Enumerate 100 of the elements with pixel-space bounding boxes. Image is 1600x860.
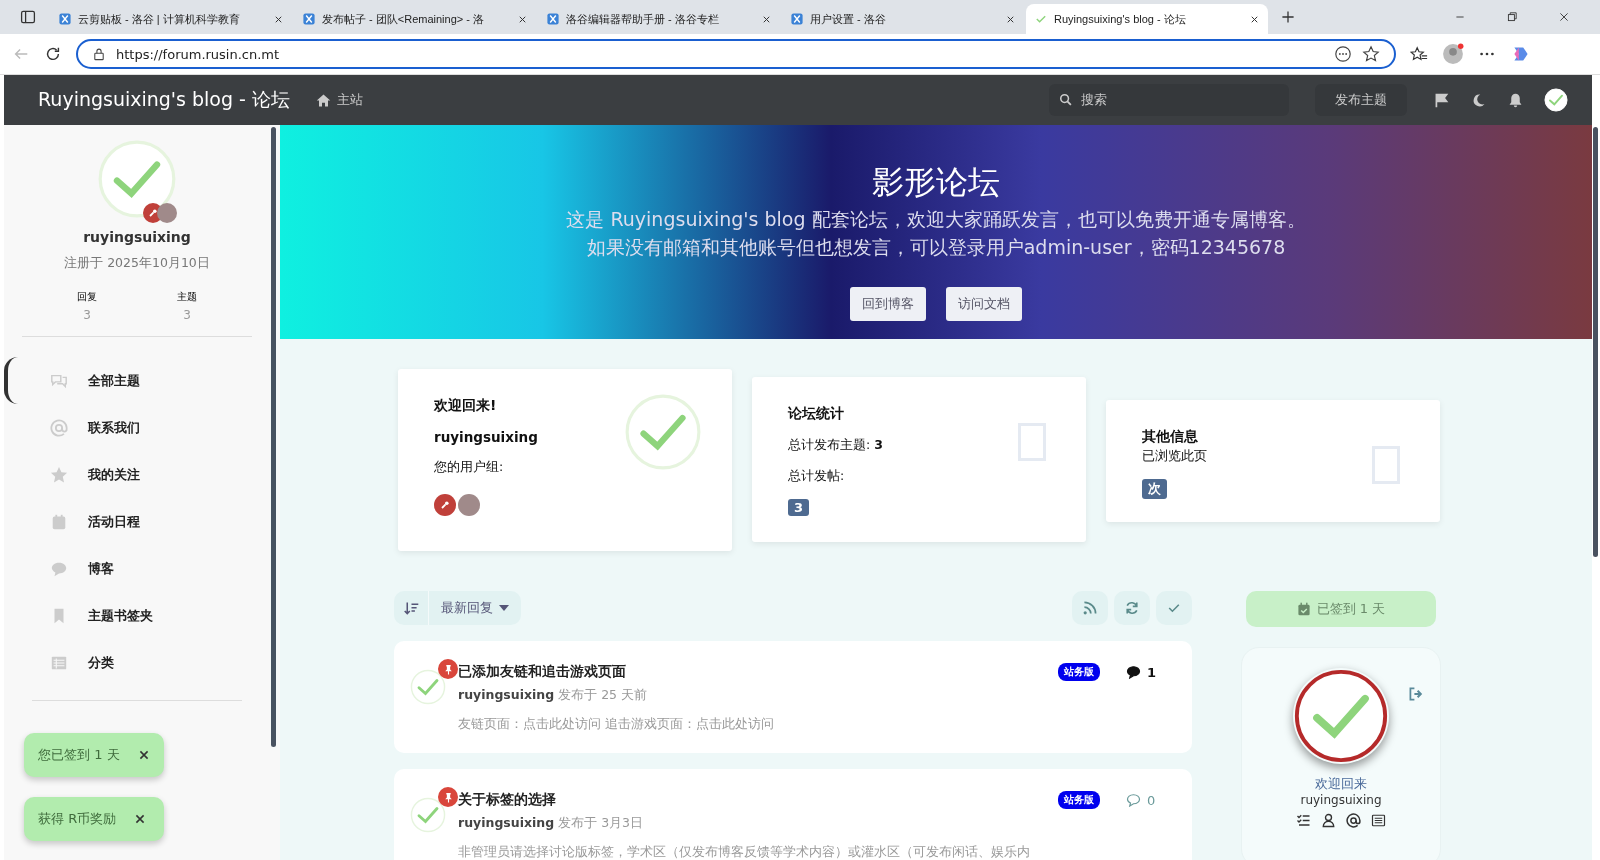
hero-button[interactable]: 访问文档 [946,287,1022,321]
toast-notification: 获得 R币奖励 [24,797,164,841]
site-icon[interactable] [302,12,316,26]
rss-icon [1082,600,1098,616]
close-icon[interactable] [134,813,147,825]
reply-count: 1 [1126,663,1176,681]
pin-icon [438,659,458,679]
profile-avatar-icon[interactable] [1442,43,1464,65]
posts-label: 总计发帖: [788,468,846,485]
calendar-icon [50,512,68,531]
forum-title[interactable]: Ruyingsuixing's blog - 论坛 [38,87,290,113]
tasks-icon[interactable] [1296,813,1311,828]
restore-icon[interactable] [1506,11,1518,23]
nav-item[interactable]: 活动日程 [4,498,270,545]
discussion-item[interactable]: 已添加友链和追击游戏页面 ruyingsuixing 发布于 25 天前 友链页面：点击此处访问 追击游戏页面：点击此处访问 站务版 1 [394,641,1192,753]
stat-value: 3 [183,308,191,322]
close-icon[interactable] [1558,11,1570,23]
username: ruyingsuixing [434,429,539,445]
refresh-button[interactable] [1114,591,1150,625]
discussion-title[interactable]: 已添加友链和追击游戏页面 [458,663,1046,681]
close-icon[interactable] [137,749,150,761]
browser-tab[interactable]: 洛谷编辑器帮助手册 - 洛谷专栏 [538,4,780,34]
welcome-text: 欢迎回来 [1315,776,1367,793]
refresh-icon [1124,600,1140,616]
sidebar-toggle-icon[interactable] [20,9,36,25]
browser-tab[interactable]: 发布帖子 - 团队<Remaining> - 洛 [294,4,536,34]
discussion-title[interactable]: 关于标签的选择 [458,791,1046,809]
toast-notification: 您已签到 1 天 [24,733,164,777]
hero-button[interactable]: 回到博客 [850,287,926,321]
reload-icon[interactable] [44,45,62,63]
nav-item[interactable]: 我的关注 [4,451,270,498]
author-avatar [410,797,446,833]
posts-count: 3 [788,499,810,516]
card-title: 欢迎回来! [434,397,498,415]
home-icon[interactable] [316,92,331,108]
browser-tab[interactable]: Ruyingsuixing's blog - 论坛 [1026,4,1268,34]
username: ruyingsuixing [1300,793,1382,807]
star-icon[interactable] [1362,45,1380,63]
at-icon [50,418,68,437]
placeholder-icon [1018,423,1046,461]
views-label: 已浏览此页 [1142,448,1208,465]
favorites-icon[interactable] [1410,45,1428,63]
reply-count: 0 [1126,791,1176,809]
site-icon[interactable] [546,12,560,26]
site-icon[interactable] [790,12,804,26]
flag-icon[interactable] [1433,91,1450,109]
topics-count: 总计发布主题: 3 [788,437,884,454]
group-badge-icon [458,494,480,516]
new-tab-icon[interactable] [1280,9,1296,25]
search-field[interactable]: 搜索 [1049,84,1289,116]
address-bar[interactable]: https://forum.rusin.cn.mt [76,39,1396,69]
username: ruyingsuixing [83,229,191,245]
views-count: 次 [1142,479,1167,499]
discussion-excerpt: 友链页面：点击此处访问 追击游戏页面：点击此处访问 [458,716,775,733]
rss-button[interactable] [1072,591,1108,625]
nav-item[interactable]: 全部主题 [4,357,270,404]
discussion-excerpt: 非管理员请选择讨论版标签，学术区（仅发布博客反馈等学术内容）或灌水区（可发布闲话、娱乐内 [458,844,1031,860]
nav-item[interactable]: 博客 [4,545,270,592]
nav-item[interactable]: 分类 [4,639,270,686]
card-title: 其他信息 [1142,428,1199,446]
calendar-check-icon [1296,602,1311,616]
home-link[interactable]: 主站 [316,91,363,109]
hero-title: 影形论坛 [872,162,1000,203]
comment-icon [1126,665,1141,679]
at-icon[interactable] [1346,813,1361,828]
group-label: 您的用户组: [434,459,505,476]
nav-item[interactable]: 联系我们 [4,404,270,451]
search-icon[interactable] [1059,93,1073,107]
tag-label[interactable]: 站务版 [1058,791,1100,809]
discussion-meta: ruyingsuixing 发布于 3月3日 [458,815,645,832]
site-icon[interactable] [58,12,72,26]
logout-icon[interactable] [1408,686,1424,702]
stat-value: 3 [83,308,91,322]
caret-icon [499,605,509,611]
sort-control[interactable]: 最新回复 [394,591,521,625]
bell-icon[interactable] [1507,91,1524,109]
browser-tab[interactable]: 用户设置 - 洛谷 [782,4,1024,34]
author-avatar [410,669,446,705]
discussion-item[interactable]: 关于标签的选择 ruyingsuixing 发布于 3月3日 非管理员请选择讨论版标签，学术区（仅发布博客反馈等学术内容）或灌水区（可发布闲话、娱乐内 站务版 0 [394,769,1192,860]
discussion-meta: ruyingsuixing 发布于 25 天前 [458,687,648,704]
user-icon[interactable] [1321,813,1336,828]
nav-item[interactable]: 主题书签夹 [4,592,270,639]
comment-icon [1126,793,1141,807]
star-icon [50,465,68,484]
wrench-icon[interactable] [439,499,451,511]
browser-tab[interactable]: 云剪贴板 - 洛谷 | 计算机科学教育 [50,4,292,34]
hero-text: 这是 Ruyingsuixing's blog 配套论坛，欢迎大家踊跃发言，也可以免费开通专属博客。 [566,207,1306,232]
new-topic-button[interactable]: 发布主题 [1315,84,1407,116]
more-icon[interactable] [1334,45,1352,63]
group-badge-icon [157,203,177,223]
list-icon[interactable] [1371,813,1386,828]
sort-dropdown[interactable]: 最新回复 [429,599,521,617]
card-title: 论坛统计 [788,405,845,423]
hero-text: 如果没有邮箱和其他账号但也想发言，可以登录用户admin-user，密码12345678 [586,235,1286,260]
stat-label: 回复 [77,290,97,304]
pin-icon [438,787,458,807]
registration-date: 注册于 2025年10月10日 [64,255,210,272]
lock-icon[interactable] [92,47,106,61]
tag-label[interactable]: 站务版 [1058,663,1100,681]
user-avatar[interactable] [1544,88,1568,112]
